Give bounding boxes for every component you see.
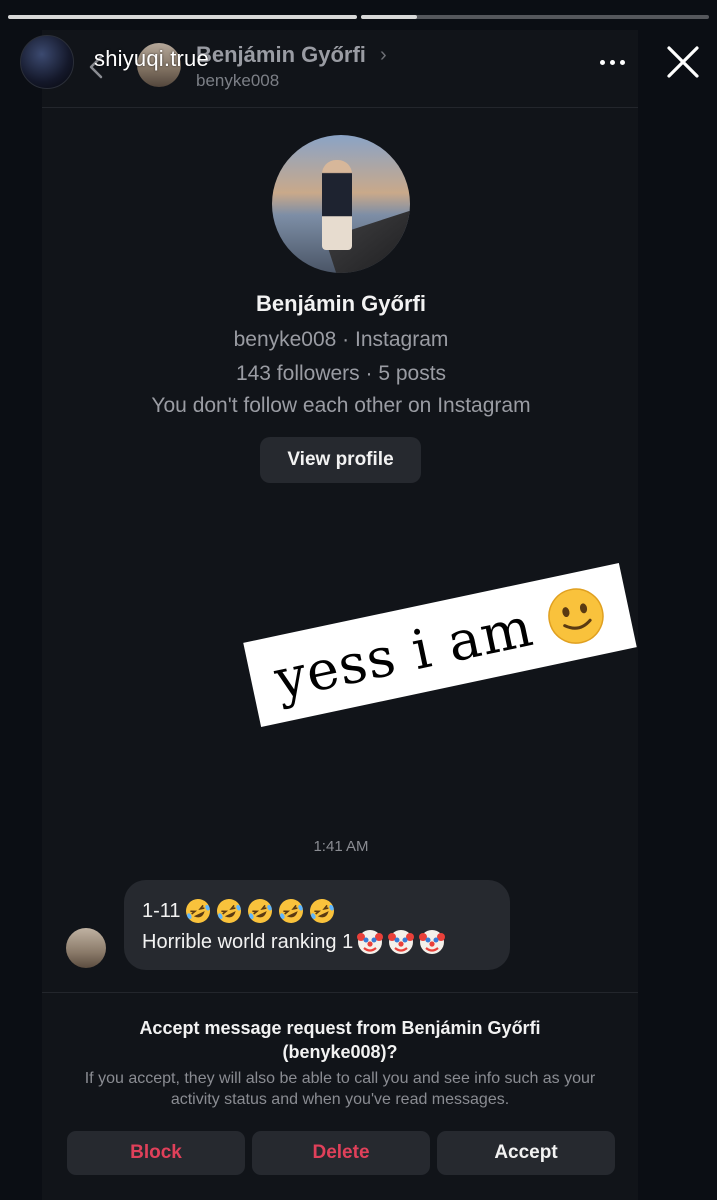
- delete-button[interactable]: Delete: [252, 1131, 430, 1175]
- message-line-2-text: Horrible world ranking 1: [142, 930, 354, 953]
- view-profile-button[interactable]: View profile: [260, 437, 421, 483]
- header-divider: [42, 107, 638, 108]
- more-options-icon[interactable]: [600, 50, 636, 74]
- profile-stats: 143 followers · 5 posts: [235, 362, 447, 385]
- request-title-line-2: (benyke008)?: [282, 1042, 398, 1062]
- message-line-1-text: 1-11: [142, 899, 181, 922]
- accept-button[interactable]: Accept: [437, 1131, 615, 1175]
- follow-status: You don't follow each other on Instagram: [151, 394, 531, 417]
- message-bubble[interactable]: 1-11 Horrible world ranking 1: [124, 880, 510, 970]
- rolling-laughing-emoji-icon: [216, 899, 241, 923]
- story-user-avatar[interactable]: [20, 35, 74, 89]
- profile-username-platform: benyke008 · Instagram: [233, 328, 449, 351]
- story-progress-segment-1: [8, 15, 357, 19]
- chat-header-name[interactable]: Benjámin Győrfi: [196, 42, 366, 68]
- profile-photo[interactable]: [272, 135, 410, 273]
- chevron-right-icon: ›: [380, 44, 387, 66]
- message-timestamp: 1:41 AM: [313, 838, 369, 855]
- sender-avatar[interactable]: [66, 928, 106, 968]
- story-username[interactable]: shiyuqi.true: [94, 46, 209, 72]
- clown-face-emoji-icon: [357, 930, 384, 954]
- clown-face-emoji-icon: [388, 930, 415, 954]
- block-button[interactable]: Block: [67, 1131, 245, 1175]
- rolling-laughing-emoji-icon: [247, 899, 272, 923]
- request-description: If you accept, they will also be able to…: [84, 1070, 596, 1108]
- message-line-2: Horrible world ranking 1: [142, 928, 446, 956]
- rolling-laughing-emoji-icon: [278, 899, 303, 923]
- close-icon[interactable]: [664, 43, 702, 81]
- rolling-laughing-emoji-icon: [309, 899, 334, 923]
- profile-name: Benjámin Győrfi: [256, 291, 426, 316]
- request-divider: [42, 992, 638, 993]
- message-line-1: 1-11: [142, 897, 336, 925]
- story-progress-fill: [361, 15, 417, 19]
- chat-header-username: benyke008: [196, 71, 280, 90]
- story-progress-segment-2: [361, 15, 709, 19]
- request-title-line-1: Accept message request from Benjámin Győ…: [139, 1018, 541, 1038]
- slightly-smiling-face-icon: [548, 588, 604, 644]
- rolling-laughing-emoji-icon: [185, 899, 210, 923]
- clown-face-emoji-icon: [419, 930, 446, 954]
